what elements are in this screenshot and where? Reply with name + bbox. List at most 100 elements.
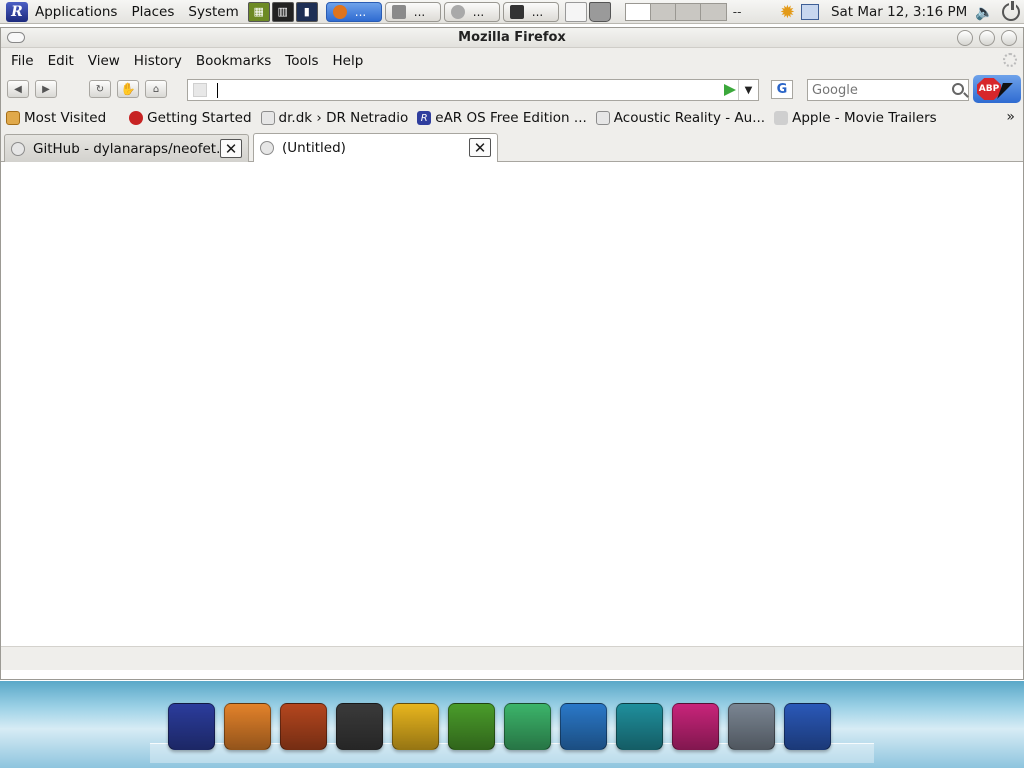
taskbar-label: ... [413, 4, 426, 19]
firefox-bug-icon [129, 111, 144, 125]
apple-icon [774, 111, 789, 125]
close-tab-icon[interactable]: ✕ [220, 139, 242, 158]
taskbar-button-weather[interactable]: ... [443, 1, 500, 22]
workspace-name: -- [732, 4, 742, 19]
home-button[interactable]: ⌂ [145, 80, 167, 98]
bookmark-most-visited[interactable]: Most Visited [6, 110, 106, 126]
window-menu-icon[interactable] [7, 32, 25, 43]
ear-logo-icon: R [417, 111, 432, 125]
network-icon[interactable] [800, 4, 819, 20]
bookmark-label: Most Visited [24, 110, 107, 126]
piano-launcher-icon[interactable]: ▥ [271, 1, 294, 22]
search-engine-icon[interactable]: G [771, 80, 793, 99]
tab-github[interactable]: GitHub - dylanaraps/neofet... ✕ [4, 134, 249, 162]
adblock-button[interactable]: ABP [973, 75, 1021, 103]
shutdown-icon[interactable] [784, 703, 831, 750]
bookmark-apple-trailers[interactable]: Apple - Movie Trailers [774, 110, 937, 126]
tab-label: GitHub - dylanaraps/neofet... [33, 140, 221, 157]
distro-logo-icon[interactable]: R [6, 1, 28, 22]
page-icon [260, 111, 275, 125]
workspace-1[interactable] [625, 3, 651, 20]
go-arrow-icon[interactable] [724, 84, 736, 96]
guitar-icon[interactable] [280, 703, 327, 750]
messenger-icon[interactable] [504, 703, 551, 750]
site-identity-icon[interactable] [193, 83, 207, 97]
tab-untitled[interactable]: (Untitled) ✕ [253, 133, 498, 162]
window-titlebar[interactable]: Mozilla Firefox [1, 28, 1023, 48]
tab-favicon-icon [11, 141, 25, 156]
workspace-switcher[interactable] [624, 2, 727, 21]
desktop-dock-area [0, 681, 1024, 768]
power-icon[interactable] [1002, 1, 1020, 21]
applications-menu[interactable]: Applications [28, 4, 124, 20]
show-desktop-icon[interactable] [564, 1, 587, 22]
search-box[interactable] [807, 79, 969, 101]
bookmark-label: eAR OS Free Edition ... [435, 110, 587, 126]
page-icon [595, 111, 610, 125]
tab-favicon-icon [260, 141, 274, 155]
terminal-icon [509, 4, 524, 19]
url-bar[interactable]: ▼ [187, 79, 759, 101]
taskbar-button-terminal[interactable]: ... [502, 1, 559, 22]
bookmark-label: Getting Started [147, 110, 252, 126]
bookmark-label: Apple - Movie Trailers [792, 110, 937, 126]
reload-button[interactable]: ↻ [89, 80, 111, 98]
burn-disc-icon[interactable] [336, 703, 383, 750]
workspace-2[interactable] [650, 3, 676, 20]
bookmarks-overflow-chevron-icon[interactable]: » [1006, 109, 1015, 125]
menu-file[interactable]: File [4, 53, 41, 69]
settings-icon[interactable] [728, 703, 775, 750]
volume-icon[interactable]: 🔈 [975, 3, 994, 21]
folder-icon [6, 111, 20, 125]
ear-os-icon[interactable] [168, 703, 215, 750]
system-tray: ✹ Sat Mar 12, 3:16 PM 🔈 [780, 0, 1024, 24]
taskbar-label: ... [531, 4, 544, 19]
search-input[interactable] [812, 82, 942, 98]
browser-icon[interactable] [224, 703, 271, 750]
bookmark-dr-netradio[interactable]: dr.dk › DR Netradio [260, 110, 409, 126]
taskbar-button-firefox[interactable]: ... [325, 1, 382, 22]
navigation-toolbar: ◀ ▶ ↻ ✋ ⌂ ▼ G ABP [1, 73, 1023, 105]
bookmark-ear-os[interactable]: R eAR OS Free Edition ... [417, 110, 587, 126]
forward-button[interactable]: ▶ [35, 80, 57, 98]
url-history-dropdown[interactable]: ▼ [738, 80, 758, 100]
clock[interactable]: Sat Mar 12, 3:16 PM [831, 4, 967, 20]
back-button[interactable]: ◀ [7, 80, 29, 98]
screenshot-icon [391, 4, 406, 19]
menu-help[interactable]: Help [326, 53, 371, 69]
monitor-launcher-icon[interactable]: ▦ [247, 1, 270, 22]
maximize-button[interactable] [979, 30, 995, 46]
menu-view[interactable]: View [81, 53, 127, 69]
close-tab-icon[interactable]: ✕ [469, 138, 491, 157]
office-icon[interactable] [560, 703, 607, 750]
feather-icon[interactable] [616, 703, 663, 750]
firefox-icon [332, 4, 347, 19]
close-button[interactable] [1001, 30, 1017, 46]
menu-bookmarks[interactable]: Bookmarks [189, 53, 278, 69]
update-notifier-icon[interactable]: ✹ [780, 2, 795, 23]
menu-history[interactable]: History [127, 53, 189, 69]
minimize-button[interactable] [957, 30, 973, 46]
places-menu[interactable]: Places [124, 4, 181, 20]
menu-tools[interactable]: Tools [278, 53, 325, 69]
bookmark-label: dr.dk › DR Netradio [278, 110, 409, 126]
taskbar-button-screenshot[interactable]: ... [384, 1, 441, 22]
trash-icon[interactable] [588, 1, 611, 22]
menu-edit[interactable]: Edit [41, 53, 81, 69]
tab-label: (Untitled) [282, 140, 346, 156]
workspace-3[interactable] [675, 3, 701, 20]
stop-button[interactable]: ✋ [117, 80, 139, 98]
page-content[interactable] [1, 162, 1023, 646]
bookmark-acoustic-reality[interactable]: Acoustic Reality - Au... [595, 110, 765, 126]
workspace-4[interactable] [700, 3, 726, 20]
tab-strip: GitHub - dylanaraps/neofet... ✕ (Untitle… [1, 131, 1023, 162]
photo-icon[interactable] [448, 703, 495, 750]
system-menu[interactable]: System [181, 4, 245, 20]
music-icon[interactable] [672, 703, 719, 750]
audio-launcher-icon[interactable]: ▮ [295, 1, 318, 22]
top-panel: R Applications Places System ▦ ▥ ▮ ... .… [0, 0, 1024, 24]
bookmark-getting-started[interactable]: Getting Started [129, 110, 252, 126]
menubar: File Edit View History Bookmarks Tools H… [1, 48, 1023, 73]
magnifier-icon[interactable] [952, 83, 964, 95]
coffee-icon[interactable] [392, 703, 439, 750]
